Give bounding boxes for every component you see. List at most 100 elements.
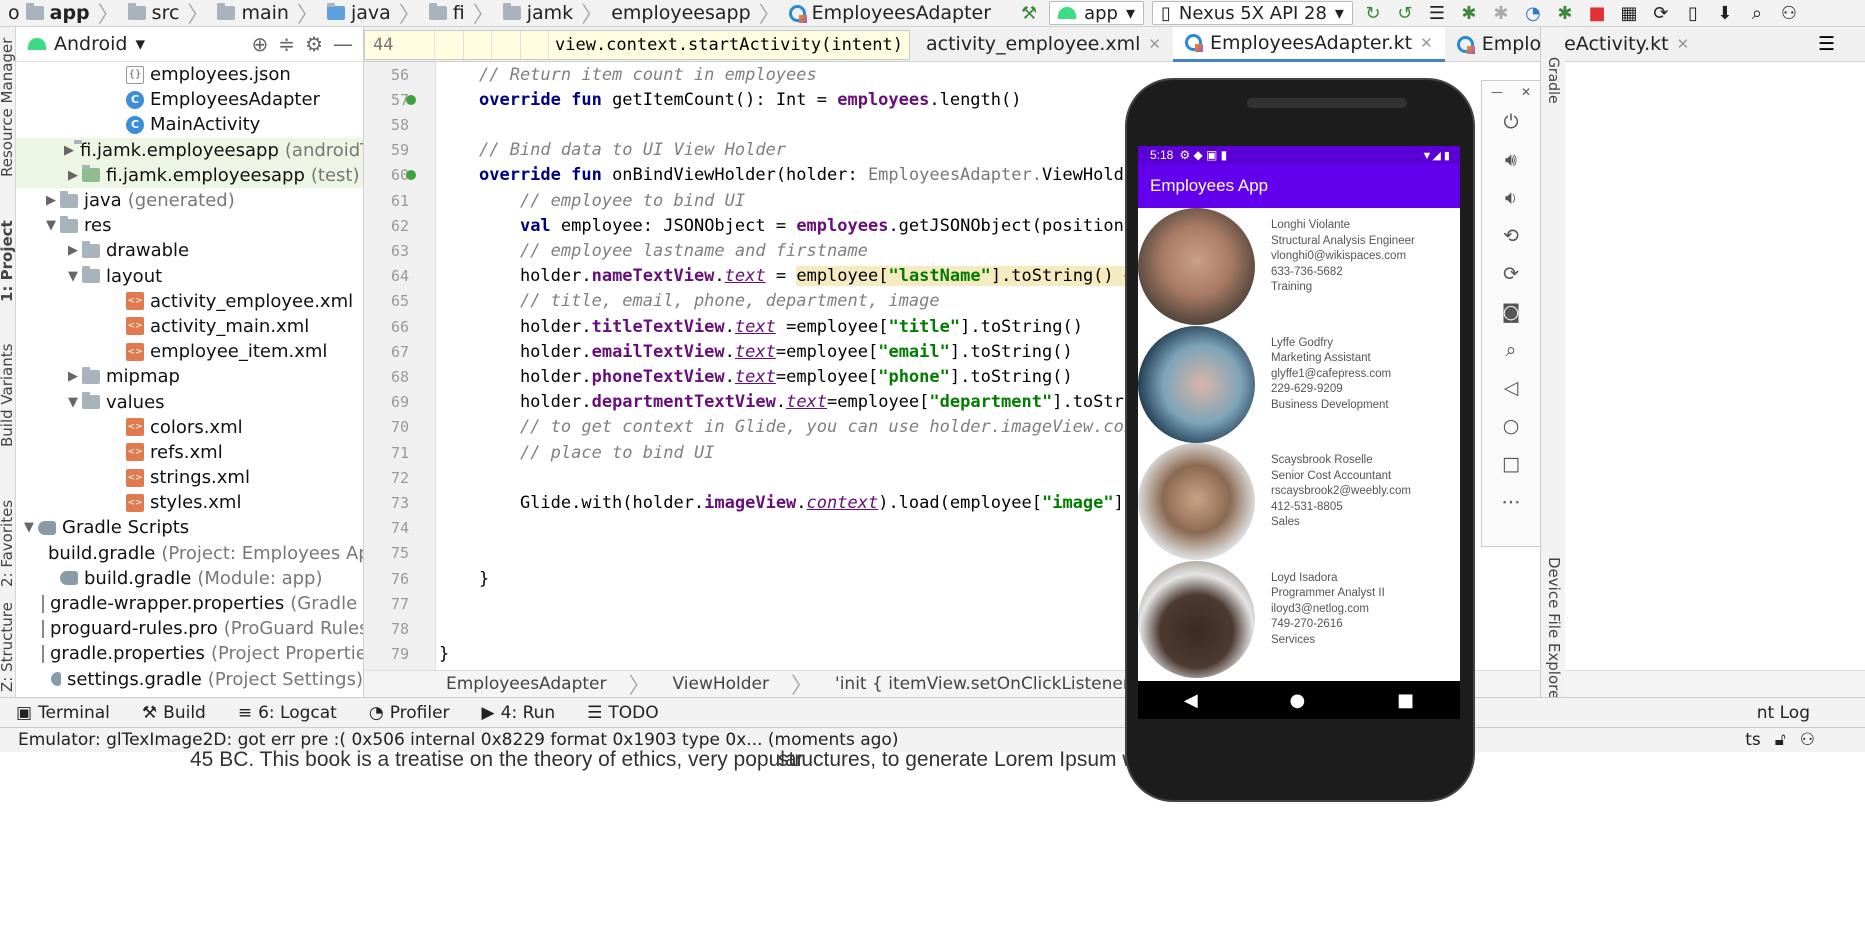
debugger-icon[interactable]: ✱ [1549,0,1581,26]
code-line[interactable]: 74 [364,516,1865,541]
avd-manager-icon[interactable]: ▯ [1677,0,1709,26]
code-line[interactable]: 57 override fun getItemCount(): Int = emp… [364,87,1865,112]
tree-item[interactable]: <> employee_item.xml [16,339,363,364]
apply-changes-icon[interactable]: ↺ [1389,0,1421,26]
close-icon[interactable]: ✕ [1677,35,1690,53]
attach-icon[interactable]: ✱ [1485,0,1517,26]
resource-manager-tab[interactable]: Resource Manager [0,38,16,177]
search-icon[interactable]: ⌕ [1741,0,1773,26]
code-line[interactable]: 66 holder.titleTextView.text =employee["… [364,314,1865,339]
sync-icon[interactable]: ⟳ [1645,0,1677,26]
power-icon[interactable]: ⏻ [1503,111,1518,133]
recents-icon[interactable]: ■ [1397,690,1414,711]
employee-card[interactable]: Longhi Violante Structural Analysis Engin… [1138,208,1460,326]
crumb-employeesadapter[interactable]: EmployeesAdapter [781,2,999,24]
code-line[interactable]: 63 // employee lastname and firstname [364,238,1865,263]
employee-list[interactable]: Longhi Violante Structural Analysis Engin… [1138,208,1460,678]
tree-item[interactable]: gradle.properties(Project Properties) [16,641,363,666]
collapse-icon[interactable]: ≑ [278,32,295,56]
crumb-employeesapp[interactable]: employeesapp [603,2,758,24]
rotate-left-icon[interactable]: ⟲ [1503,225,1519,247]
favorites-tab[interactable]: 2: Favorites [0,500,16,587]
home-icon[interactable]: ● [1290,690,1306,711]
build-variants-tab[interactable]: Build Variants [0,344,16,447]
lock-icon[interactable]: 🔓︎ [1775,730,1786,750]
crumb-class[interactable]: EmployeesAdapter [446,674,607,694]
event-log-button[interactable]: nt Log [1741,703,1865,723]
collapsed-arrow-icon[interactable]: ▶ [64,143,74,158]
minimize-icon[interactable]: — [1491,85,1503,99]
device-file-explorer-tab[interactable]: Device File Explorer [1545,557,1563,705]
build-button[interactable]: ⚒ Build [126,703,222,723]
gear-icon[interactable]: ⚙ [305,32,323,56]
tree-item[interactable]: build.gradle(Project: Employees App) [16,541,363,566]
rerun-icon[interactable]: ↻ [1357,0,1389,26]
tree-item[interactable]: <> refs.xml [16,440,363,465]
tree-item[interactable]: ▶ java (generated) [16,188,363,213]
project-tab[interactable]: 1: Project [0,220,16,302]
hammer-icon[interactable]: ⚒ [1013,0,1045,26]
close-icon[interactable]: ✕ [1148,35,1161,53]
code-line[interactable]: 64 holder.nameTextView.text = employee["… [364,264,1865,289]
logcat-button[interactable]: ≡ 6: Logcat [222,703,353,723]
structure-tab[interactable]: Z: Structure [0,602,16,692]
code-line[interactable]: 67 holder.emailTextView.text=employee["e… [364,339,1865,364]
tab-activity-employee[interactable]: activity_employee.xml ✕ [914,27,1173,62]
run-button[interactable]: ▶ 4: Run [466,703,572,723]
code-line[interactable]: 79} [364,642,1865,667]
tree-item[interactable]: ▶ mipmap [16,364,363,389]
close-icon[interactable]: ✕ [1521,85,1531,99]
tree-item[interactable]: ▶ fi.jamk.employeesapp (test) [16,162,363,188]
crumb-java[interactable]: java [319,2,399,24]
terminal-button[interactable]: ▣ Terminal [0,703,126,723]
code-line[interactable]: 59 // Bind data to UI View Holder [364,138,1865,163]
collapsed-arrow-icon[interactable]: ▶ [64,243,82,258]
tree-item[interactable]: <> styles.xml [16,490,363,515]
back-icon[interactable]: ◀ [1184,690,1198,711]
code-line[interactable]: 71 // place to bind UI [364,440,1865,465]
code-line[interactable]: 62 val employee: JSONObject = employees.… [364,213,1865,238]
tree-item[interactable]: <> activity_main.xml [16,314,363,339]
tree-item[interactable]: gradle-wrapper.properties(Gradle Version [16,591,363,616]
employee-card[interactable]: Lyffe Godfry Marketing Assistant glyffe1@c… [1138,325,1460,444]
code-line[interactable]: 70 // to get context in Glide, you can u… [364,415,1865,440]
profiler-button[interactable]: ◔ Profiler [353,703,466,723]
stop-icon[interactable]: ■ [1581,0,1613,26]
crumb-src[interactable]: src [120,2,188,24]
chevron-down-icon[interactable]: ▾ [135,33,145,55]
override-marker-icon[interactable] [406,94,416,105]
code-line[interactable]: 72 [364,465,1865,490]
tree-item[interactable]: <> activity_employee.xml [16,289,363,314]
gradle-tab[interactable]: Gradle [1545,57,1561,104]
tree-item[interactable]: <> colors.xml [16,415,363,440]
collapsed-arrow-icon[interactable]: ▶ [64,369,82,384]
zoom-icon[interactable]: ⌕ [1506,339,1517,361]
crumb-viewholder[interactable]: ViewHolder [673,674,770,694]
code-line[interactable]: 69 holder.departmentTextView.text=employ… [364,390,1865,415]
tab-employees-adapter[interactable]: EmployeesAdapter.kt ✕ [1172,26,1445,62]
debug-icon[interactable]: ✱ [1453,0,1485,26]
status-message[interactable]: Emulator: glTexImage2D: got err pre :( 0… [18,730,898,750]
expanded-arrow-icon[interactable]: ▼ [20,520,38,535]
code-line[interactable]: 65 // title, email, phone, department, i… [364,289,1865,314]
tab-list-icon[interactable]: ☰ [1818,33,1865,55]
profile-icon[interactable]: ◔ [1517,0,1549,26]
tree-item[interactable]: {} employees.json [16,62,363,87]
todo-button[interactable]: ☰ TODO [571,703,675,723]
tree-item[interactable]: ▼ res [16,213,363,238]
tree-item[interactable]: build.gradle (Module: app) [16,566,363,591]
code-line[interactable]: 78 [364,616,1865,641]
code-line[interactable]: 56 // Return item count in employees [364,62,1865,87]
locate-icon[interactable]: ⊕ [252,32,269,56]
crumb-app[interactable]: o app [0,2,98,24]
volume-up-icon[interactable]: 🔊︎ [1505,149,1517,171]
tree-item[interactable]: ▶ fi.jamk.employeesapp(androidTest) [16,137,363,163]
expanded-arrow-icon[interactable]: ▼ [64,269,82,284]
view-mode-select[interactable]: Android [54,33,127,55]
tree-item[interactable]: C EmployeesAdapter [16,87,363,112]
crumb-jamk[interactable]: jamk [495,2,581,24]
tree-item[interactable]: settings.gradle (Project Settings) [16,667,363,692]
camera-icon[interactable]: ◙ [1502,301,1520,323]
user-icon[interactable]: ⚇ [1773,0,1805,26]
tree-item[interactable]: ▶ drawable [16,238,363,263]
